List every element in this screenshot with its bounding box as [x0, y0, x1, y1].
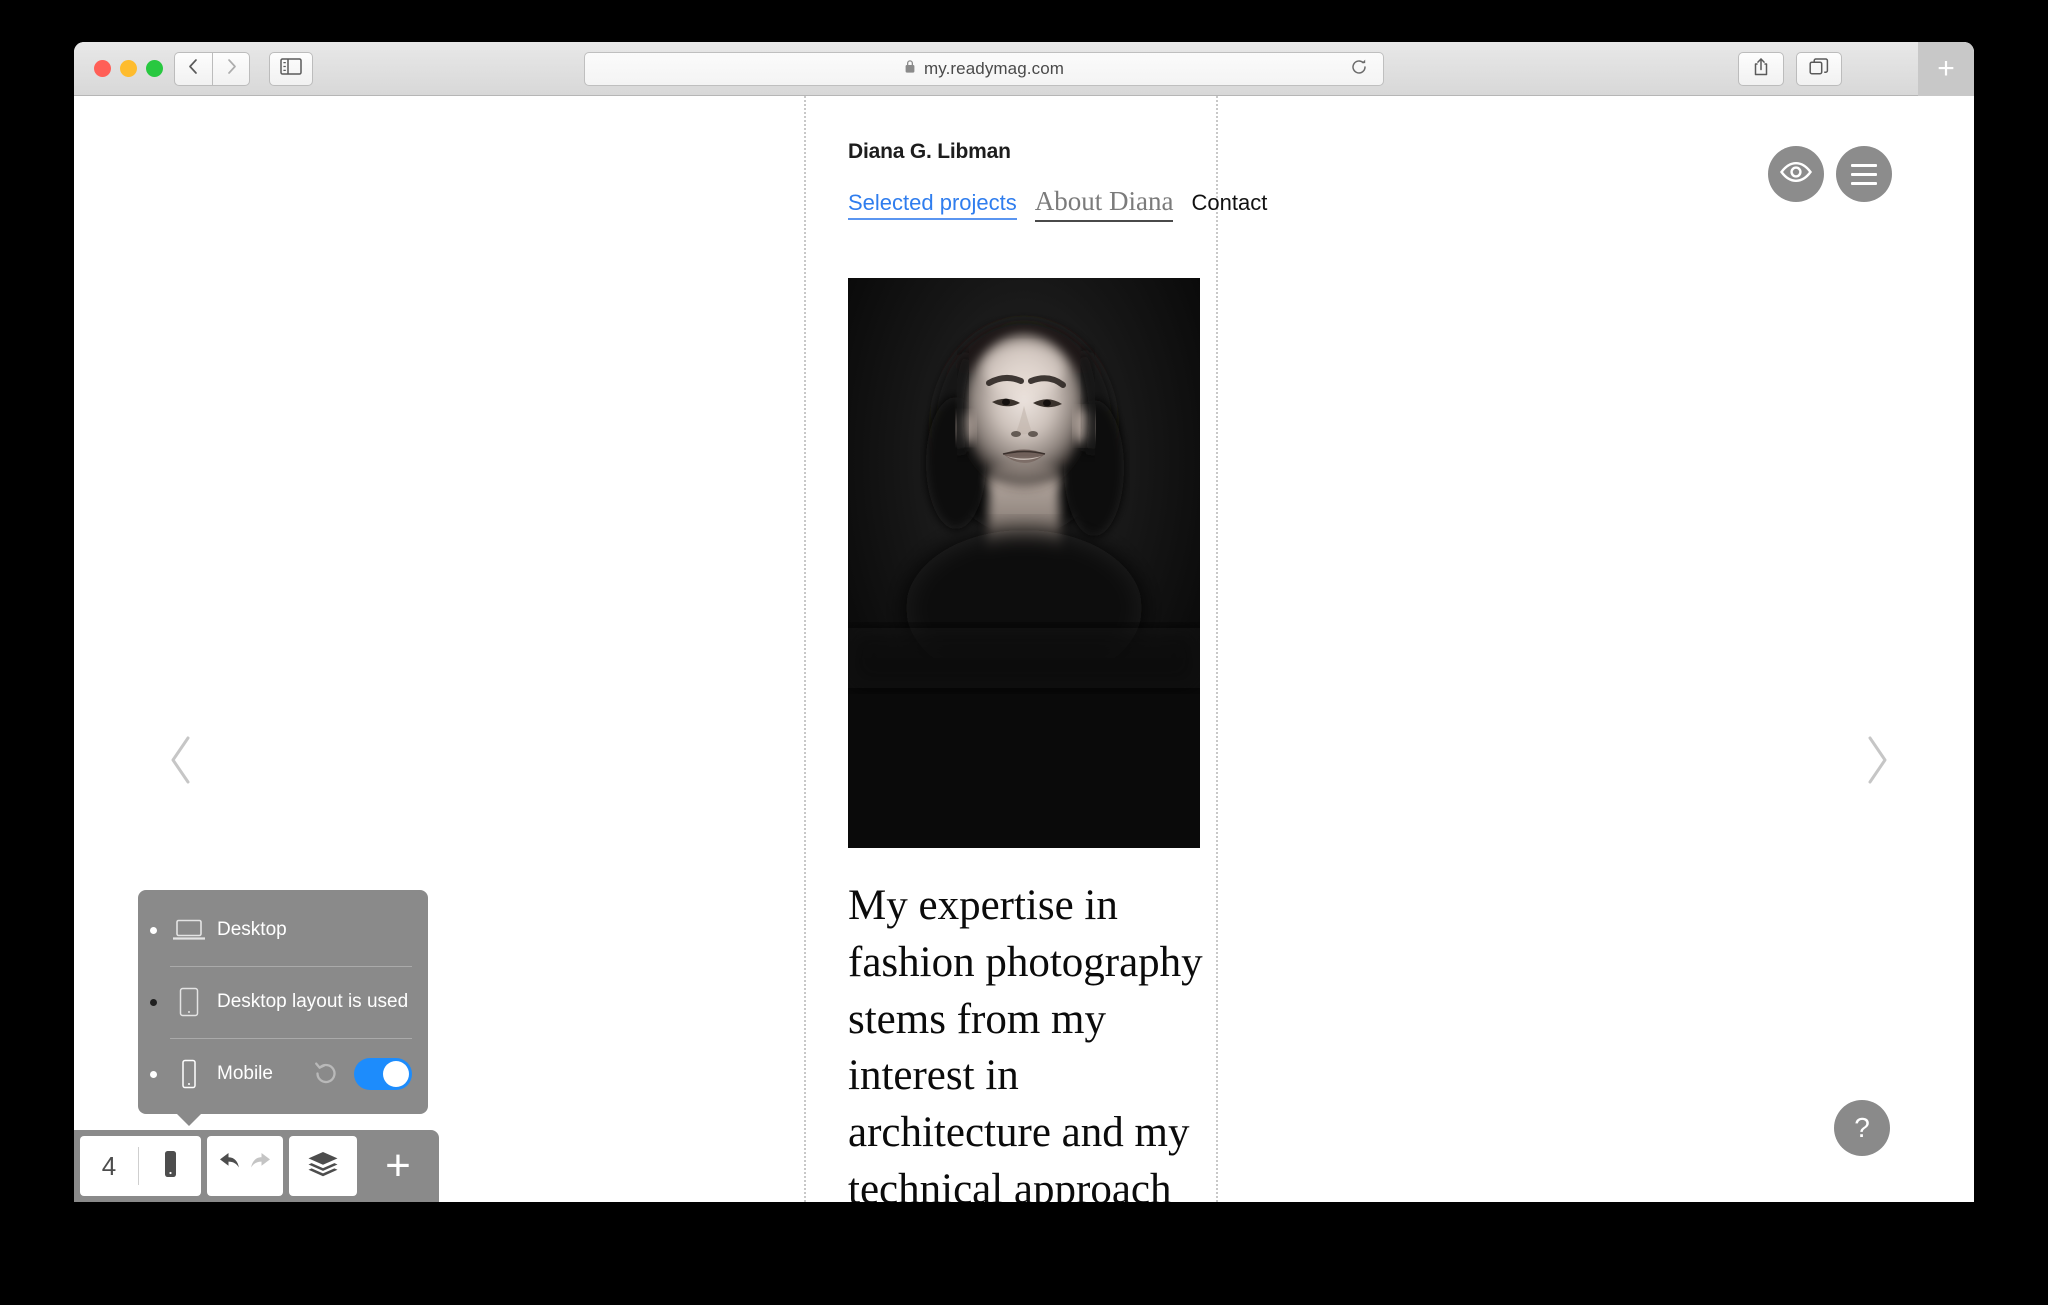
redo-arrow-icon: [246, 1152, 272, 1181]
help-label: ?: [1854, 1112, 1870, 1143]
share-button[interactable]: [1738, 52, 1784, 86]
reload-button[interactable]: [1347, 57, 1371, 81]
undo-arrow-icon: [218, 1152, 244, 1181]
new-tab-label: +: [1937, 52, 1955, 85]
chevron-right-icon: [1861, 734, 1891, 791]
desktop-icon: [169, 918, 209, 942]
sidebar-toggle-icon: [280, 58, 302, 80]
new-tab-button[interactable]: +: [1918, 42, 1974, 96]
tabs-icon: [1809, 57, 1829, 81]
window-controls: [94, 60, 163, 77]
editor-bottom-toolbar: 4 +: [74, 1130, 439, 1202]
device-settings-popover: Desktop Desktop layout is used Mobile: [138, 890, 428, 1126]
browser-window: my.readymag.com + Diana G. Libman Select…: [74, 42, 1974, 1202]
device-label-tablet: Desktop layout is used: [217, 991, 409, 1012]
show-tabs-button[interactable]: [1796, 52, 1842, 86]
device-label-desktop: Desktop: [217, 919, 287, 940]
status-dot: [150, 1070, 157, 1078]
share-icon: [1752, 57, 1770, 82]
layers-icon: [307, 1150, 339, 1183]
device-row-mobile[interactable]: Mobile: [138, 1038, 428, 1110]
reload-icon: [1350, 58, 1368, 81]
device-indicator-button[interactable]: [139, 1150, 201, 1183]
nav-item-about-diana[interactable]: About Diana: [1034, 186, 1174, 222]
layers-button[interactable]: [289, 1136, 357, 1196]
status-dot: [150, 998, 157, 1006]
chevron-right-icon: [224, 57, 239, 81]
nav-item-selected-projects[interactable]: Selected projects: [848, 190, 1017, 220]
forward-button[interactable]: [212, 52, 250, 86]
address-bar[interactable]: my.readymag.com: [584, 52, 1384, 86]
tablet-icon: [169, 987, 209, 1017]
reset-arrow-icon[interactable]: [312, 1060, 340, 1088]
chevron-left-icon: [186, 57, 201, 81]
device-row-tablet[interactable]: Desktop layout is used: [138, 966, 428, 1038]
chevron-left-icon: [167, 734, 197, 791]
page-count[interactable]: 4: [80, 1151, 138, 1182]
pages-group: 4: [80, 1136, 201, 1196]
close-window-button[interactable]: [94, 60, 111, 77]
add-page-button[interactable]: +: [363, 1136, 433, 1196]
toggle-knob: [383, 1061, 409, 1087]
previous-page-arrow[interactable]: [164, 732, 200, 792]
status-dot: [150, 926, 157, 934]
device-label-mobile: Mobile: [217, 1063, 273, 1084]
preview-button[interactable]: [1768, 146, 1824, 202]
undo-redo-button[interactable]: [207, 1136, 283, 1196]
portrait-photo[interactable]: [848, 278, 1200, 848]
portrait-photo-image: [848, 278, 1200, 848]
maximize-window-button[interactable]: [146, 60, 163, 77]
mobile-layout-toggle[interactable]: [354, 1058, 412, 1090]
mobile-icon: [169, 1059, 209, 1089]
sidebar-toggle-button[interactable]: [269, 52, 313, 86]
minimize-window-button[interactable]: [120, 60, 137, 77]
back-button[interactable]: [174, 52, 212, 86]
mobile-icon: [162, 1150, 179, 1183]
device-row-desktop[interactable]: Desktop: [138, 894, 428, 966]
site-content-column: Diana G. Libman Selected projects About …: [806, 96, 1267, 1202]
browser-toolbar: my.readymag.com +: [74, 42, 1974, 96]
lock-icon: [904, 59, 916, 79]
help-button[interactable]: ?: [1834, 1100, 1890, 1156]
eye-icon: [1779, 160, 1813, 189]
page-title: Diana G. Libman: [848, 140, 1011, 163]
next-page-arrow[interactable]: [1858, 732, 1894, 792]
site-navigation: Selected projects About Diana Contact: [848, 186, 1267, 222]
nav-item-contact[interactable]: Contact: [1191, 190, 1267, 216]
editor-canvas: Diana G. Libman Selected projects About …: [74, 96, 1974, 1202]
main-menu-button[interactable]: [1836, 146, 1892, 202]
add-label: +: [385, 1141, 411, 1190]
about-body-text: My expertise in fashion photography stem…: [848, 882, 1203, 1202]
hamburger-menu-icon: [1851, 163, 1877, 185]
url-text: my.readymag.com: [923, 59, 1065, 78]
